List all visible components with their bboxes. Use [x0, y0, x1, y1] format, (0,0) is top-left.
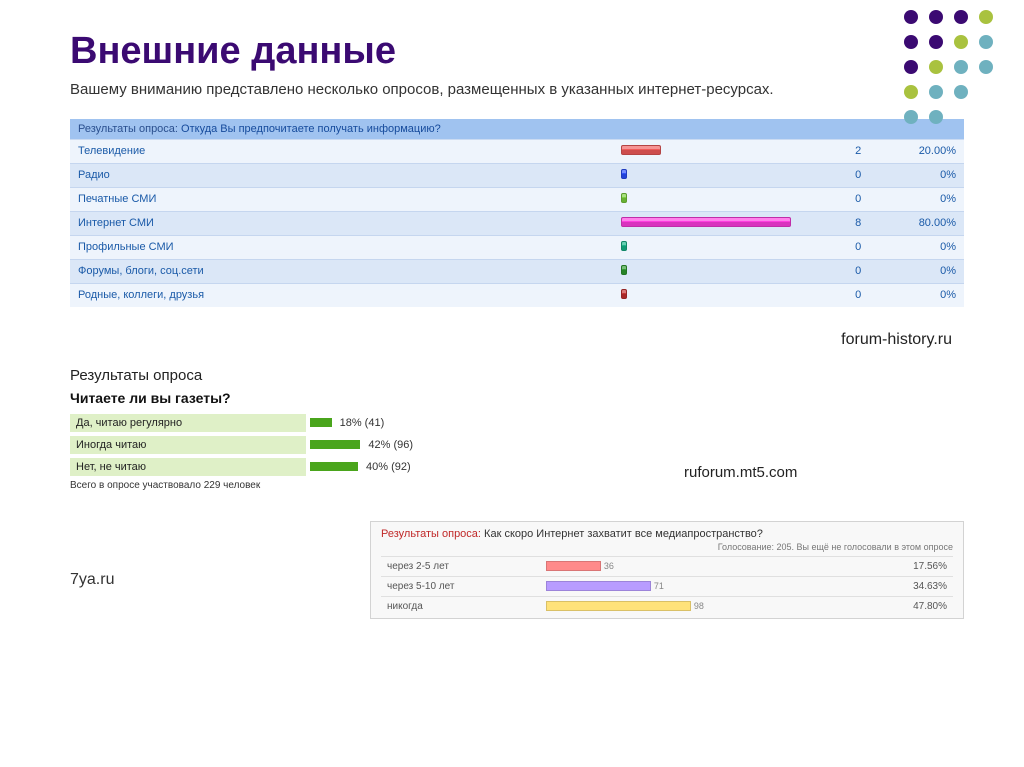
- poll1-row: Радио 00%: [70, 163, 964, 187]
- poll1-percent: 20.00%: [886, 139, 964, 163]
- poll1-count: 0: [830, 259, 886, 283]
- slide-title: Внешние данные: [70, 30, 964, 73]
- poll1-option-label: Печатные СМИ: [70, 187, 613, 211]
- poll2-option-label: Нет, не читаю: [70, 458, 310, 476]
- poll1-count: 2: [830, 139, 886, 163]
- poll2-value: 18% (41): [340, 417, 385, 429]
- slide-subtitle: Вашему вниманию представлено несколько о…: [70, 79, 964, 101]
- poll1-bar-cell: [613, 139, 830, 163]
- decorative-dots: [874, 10, 1004, 130]
- poll1-row: Профильные СМИ 00%: [70, 235, 964, 259]
- poll2-option-label: Да, читаю регулярно: [70, 414, 310, 432]
- poll1-percent: 0%: [886, 163, 964, 187]
- poll1-bar-cell: [613, 283, 830, 307]
- poll1-percent: 0%: [886, 235, 964, 259]
- poll1-option-label: Форумы, блоги, соц.сети: [70, 259, 613, 283]
- poll2-bar: [310, 440, 360, 449]
- poll2-bar: [310, 462, 358, 471]
- poll1-bar-cell: [613, 211, 830, 235]
- poll3-block: Результаты опроса: Как скоро Интернет за…: [370, 521, 964, 619]
- poll1-count: 0: [830, 163, 886, 187]
- poll1-count: 0: [830, 235, 886, 259]
- poll1-row: Телевидение 220.00%: [70, 139, 964, 163]
- source-forum-history: forum-history.ru: [70, 331, 952, 349]
- poll1-row: Печатные СМИ 00%: [70, 187, 964, 211]
- poll3-percent: 34.63%: [879, 576, 953, 596]
- poll1-question: Откуда Вы предпочитаете получать информа…: [181, 123, 441, 135]
- poll3-percent: 47.80%: [879, 596, 953, 616]
- poll1-bar-cell: [613, 235, 830, 259]
- poll3-option-label: через 2-5 лет: [381, 556, 540, 576]
- poll3-question: Как скоро Интернет захватит все медиапро…: [484, 528, 763, 540]
- poll1-bar-cell: [613, 163, 830, 187]
- poll3-bar-cell: 98: [540, 596, 879, 616]
- poll1-row: Интернет СМИ 880.00%: [70, 211, 964, 235]
- poll1-percent: 0%: [886, 259, 964, 283]
- poll2-value: 40% (92): [366, 461, 411, 473]
- poll3-option-label: никогда: [381, 596, 540, 616]
- poll3-header-prefix: Результаты опроса:: [381, 528, 481, 540]
- poll1-table: Результаты опроса: Откуда Вы предпочитае…: [70, 119, 964, 307]
- poll1-percent: 0%: [886, 283, 964, 307]
- poll1-percent: 80.00%: [886, 211, 964, 235]
- poll3-row: через 5-10 лет7134.63%: [381, 576, 953, 596]
- poll1-option-label: Профильные СМИ: [70, 235, 613, 259]
- poll3-percent: 17.56%: [879, 556, 953, 576]
- poll1-count: 0: [830, 187, 886, 211]
- poll1-option-label: Радио: [70, 163, 613, 187]
- poll2-question: Читаете ли вы газеты?: [70, 390, 684, 406]
- poll2-row: Иногда читаю 42% (96): [70, 436, 684, 454]
- poll1-row: Форумы, блоги, соц.сети 00%: [70, 259, 964, 283]
- poll2-bar: [310, 418, 332, 427]
- poll3-bar-cell: 71: [540, 576, 879, 596]
- poll2-value: 42% (96): [368, 439, 413, 451]
- poll3-bar-cell: 36: [540, 556, 879, 576]
- source-ruforum: ruforum.mt5.com: [684, 464, 964, 501]
- poll1-row: Родные, коллеги, друзья 00%: [70, 283, 964, 307]
- poll1-count: 0: [830, 283, 886, 307]
- poll2-block: Результаты опроса Читаете ли вы газеты? …: [70, 367, 684, 491]
- poll1-option-label: Телевидение: [70, 139, 613, 163]
- poll2-option-label: Иногда читаю: [70, 436, 310, 454]
- poll1-bar-cell: [613, 259, 830, 283]
- poll2-row: Нет, не читаю 40% (92): [70, 458, 684, 476]
- poll1-count: 8: [830, 211, 886, 235]
- poll3-row: через 2-5 лет3617.56%: [381, 556, 953, 576]
- source-7ya: 7ya.ru: [70, 521, 370, 589]
- poll2-row: Да, читаю регулярно 18% (41): [70, 414, 684, 432]
- poll1-header-prefix: Результаты опроса:: [78, 123, 178, 135]
- poll2-title: Результаты опроса: [70, 367, 684, 384]
- poll1-option-label: Интернет СМИ: [70, 211, 613, 235]
- poll3-option-label: через 5-10 лет: [381, 576, 540, 596]
- poll3-row: никогда9847.80%: [381, 596, 953, 616]
- poll3-subheader: Голосование: 205. Вы ещё не голосовали в…: [381, 542, 953, 556]
- poll2-total: Всего в опросе участвовало 229 человек: [70, 480, 684, 491]
- poll1-percent: 0%: [886, 187, 964, 211]
- poll1-option-label: Родные, коллеги, друзья: [70, 283, 613, 307]
- poll1-bar-cell: [613, 187, 830, 211]
